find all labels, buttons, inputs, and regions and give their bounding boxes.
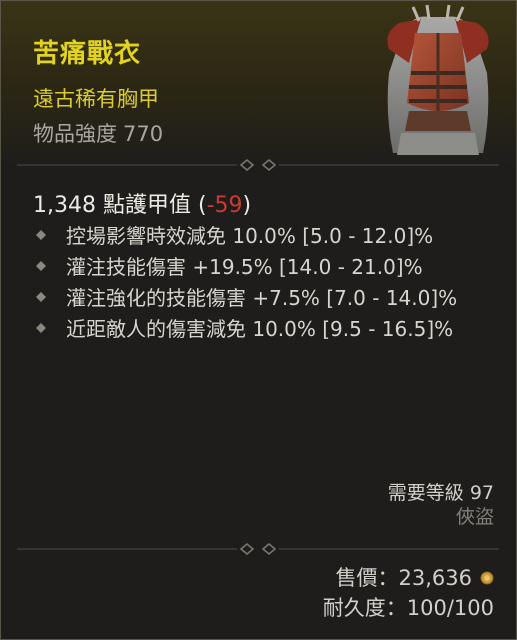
armor-label: 點護甲值 [102,193,191,218]
affix-text: 近距敵人的傷害減免 10.0% [9.5 - 16.5]% [66,317,454,341]
item-tooltip: 苦痛戰衣 遠古稀有胸甲 物品強度 770 1,348 點護甲值 (-59) 控場… [0,0,517,640]
item-name: 苦痛戰衣 [33,39,142,69]
affix-list: 控場影響時效減免 10.0% [5.0 - 12.0]% 灌注技能傷害 +19.… [33,223,503,347]
affix-diamond-icon [36,323,46,333]
affix-item: 近距敵人的傷害減免 10.0% [9.5 - 16.5]% [33,316,503,343]
armor-delta: -59 [206,193,243,218]
affix-text: 灌注強化的技能傷害 +7.5% [7.0 - 14.0]% [66,286,458,310]
item-requirements: 需要等級 97 俠盜 [388,481,494,529]
gold-coin-icon [480,571,494,585]
item-power: 物品強度 770 [33,118,163,148]
sell-price: 售價： 23,636 [323,563,494,593]
sell-price-value: 23,636 [398,566,472,590]
affix-diamond-icon [36,230,46,240]
armor-value: 1,348 [33,193,96,218]
item-power-label: 物品強度 [33,122,117,146]
affix-text: 控場影響時效減免 10.0% [5.0 - 12.0]% [66,224,434,248]
item-footer: 售價： 23,636 耐久度：100/100 [323,563,494,623]
affix-item: 灌注強化的技能傷害 +7.5% [7.0 - 14.0]% [33,285,503,312]
required-class: 俠盜 [455,506,494,528]
durability: 耐久度：100/100 [323,593,494,623]
affix-text: 灌注技能傷害 +19.5% [14.0 - 21.0]% [66,255,423,279]
required-level-value: 97 [469,482,494,504]
armor-delta-close: ) [242,193,252,218]
required-level-label: 需要等級 [387,482,464,504]
affix-diamond-icon [36,261,46,271]
sell-price-label: 售價： [335,566,399,590]
durability-label: 耐久度： [322,596,407,620]
section-divider [17,159,499,171]
affix-item: 灌注技能傷害 +19.5% [14.0 - 21.0]% [33,254,503,281]
affix-diamond-icon [36,292,46,302]
durability-value: 100/100 [406,596,494,620]
required-level: 需要等級 97 [388,481,494,505]
affix-item: 控場影響時效減免 10.0% [5.0 - 12.0]% [33,223,503,250]
item-power-value: 770 [123,122,164,146]
item-type: 遠古稀有胸甲 [33,87,159,111]
section-divider [17,543,499,555]
armor-line: 1,348 點護甲值 (-59) [33,187,251,219]
armor-delta-open: ( [198,193,207,218]
chest-armor-icon [387,4,489,155]
